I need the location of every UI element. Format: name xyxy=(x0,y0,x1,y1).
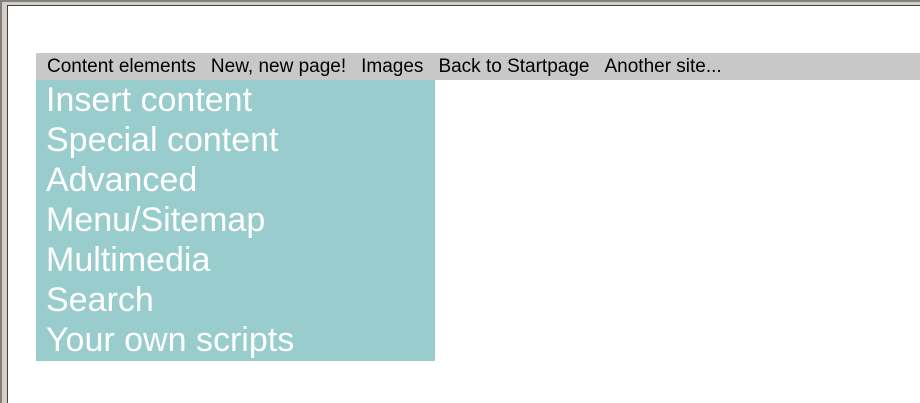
submenu-item-your-own-scripts[interactable]: Your own scripts xyxy=(36,320,435,360)
submenu-item-advanced[interactable]: Advanced xyxy=(36,160,435,200)
top-menu-bar: Content elements New, new page! Images Back… xyxy=(36,53,920,80)
frame-inner-edge-top xyxy=(8,5,920,6)
frame-inner-edge-left xyxy=(7,5,8,403)
menu-item-another-site[interactable]: Another site... xyxy=(593,53,725,80)
submenu-item-special-content[interactable]: Special content xyxy=(36,120,435,160)
content-elements-dropdown: Insert content Special content Advanced … xyxy=(36,80,435,361)
menu-item-back-to-startpage[interactable]: Back to Startpage xyxy=(427,53,593,80)
submenu-item-multimedia[interactable]: Multimedia xyxy=(36,240,435,280)
submenu-item-menu-sitemap[interactable]: Menu/Sitemap xyxy=(36,200,435,240)
menu-item-images[interactable]: Images xyxy=(350,53,427,80)
menu-item-content-elements[interactable]: Content elements xyxy=(36,53,200,80)
submenu-item-search[interactable]: Search xyxy=(36,280,435,320)
menu-item-new-page[interactable]: New, new page! xyxy=(200,53,350,80)
browser-frame: Content elements New, new page! Images Back… xyxy=(0,0,920,403)
submenu-item-insert-content[interactable]: Insert content xyxy=(36,80,435,120)
